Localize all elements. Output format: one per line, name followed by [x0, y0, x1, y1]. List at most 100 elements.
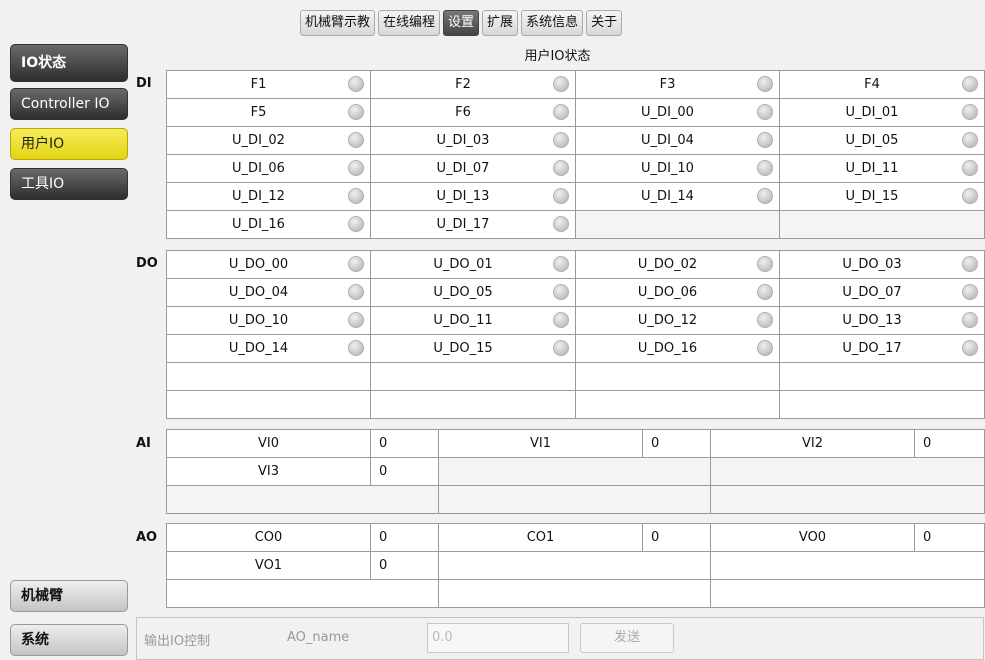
ai-row: [166, 485, 985, 514]
di-cell: U_DI_14: [575, 182, 780, 211]
do-cell: U_DO_01: [370, 250, 576, 279]
di-signal-name: U_DI_17: [436, 217, 490, 232]
di-cell: U_DI_17: [370, 210, 576, 239]
di-cell: F2: [370, 70, 576, 99]
ai-channel-value: 0: [914, 429, 985, 458]
sidebar-item-system[interactable]: 系统: [10, 624, 128, 656]
di-signal-name: F1: [250, 77, 267, 92]
do-empty-cell: [575, 362, 780, 391]
di-cell: U_DI_13: [370, 182, 576, 211]
status-led-icon: [757, 284, 773, 300]
do-empty-cell: [166, 362, 371, 391]
di-empty-cell: [779, 210, 985, 239]
ai-channel-name: VI0: [166, 429, 371, 458]
output-io-control-bar: 输出IO控制 AO_name 0.0 发送: [136, 617, 984, 660]
di-cell: U_DI_06: [166, 154, 371, 183]
ao-empty-cell: [710, 579, 985, 608]
di-cell: F4: [779, 70, 985, 99]
do-empty-cell: [575, 390, 780, 419]
tab-about[interactable]: 关于: [586, 10, 623, 36]
sidebar-header-io-status[interactable]: IO状态: [10, 44, 128, 82]
tab-arm-teach[interactable]: 机械臂示教: [300, 10, 376, 36]
do-empty-cell: [779, 390, 985, 419]
status-led-icon: [348, 340, 364, 356]
status-led-icon: [348, 312, 364, 328]
di-row: U_DI_06 U_DI_07 U_DI_10 U_DI_11: [166, 154, 985, 183]
ai-empty-cell: [166, 485, 439, 514]
do-signal-name: U_DO_03: [842, 257, 902, 272]
tab-settings[interactable]: 设置: [443, 10, 480, 36]
ai-channel-value: 0: [370, 457, 439, 486]
do-signal-name: U_DO_12: [637, 313, 698, 328]
di-signal-name: F5: [250, 105, 267, 120]
status-led-icon: [962, 104, 978, 120]
do-empty-cell: [370, 390, 576, 419]
status-led-icon: [757, 256, 773, 272]
do-cell: U_DO_03: [779, 250, 985, 279]
di-signal-name: F6: [455, 105, 471, 120]
status-led-icon: [553, 216, 569, 232]
sidebar-item-user-io[interactable]: 用户IO: [10, 128, 128, 160]
do-signal-name: U_DO_13: [842, 313, 902, 328]
di-cell: U_DI_07: [370, 154, 576, 183]
ao-channel-value: 0: [914, 523, 985, 552]
do-empty-cell: [370, 362, 576, 391]
status-led-icon: [348, 76, 364, 92]
ao-channel-value: 0: [370, 551, 439, 580]
di-cell: U_DI_04: [575, 126, 780, 155]
do-cell: U_DO_15: [370, 334, 576, 363]
di-signal-name: U_DI_00: [641, 105, 694, 120]
ai-channel-name: VI2: [710, 429, 915, 458]
status-led-icon: [348, 188, 364, 204]
status-led-icon: [962, 284, 978, 300]
ai-channel-name: VI1: [438, 429, 643, 458]
do-section-label: DO: [136, 256, 158, 271]
do-cell: U_DO_17: [779, 334, 985, 363]
ao-value-input[interactable]: 0.0: [427, 623, 569, 653]
do-empty-cell: [779, 362, 985, 391]
di-signal-name: U_DI_07: [436, 161, 490, 176]
tab-extension[interactable]: 扩展: [482, 10, 519, 36]
ao-name-label: AO_name: [287, 630, 350, 645]
status-led-icon: [348, 104, 364, 120]
status-led-icon: [962, 256, 978, 272]
status-led-icon: [553, 160, 569, 176]
di-cell: F1: [166, 70, 371, 99]
status-led-icon: [553, 104, 569, 120]
do-signal-name: U_DO_07: [842, 285, 902, 300]
status-led-icon: [757, 132, 773, 148]
do-row: [166, 390, 985, 419]
di-cell: F6: [370, 98, 576, 127]
tab-system-info[interactable]: 系统信息: [521, 10, 584, 36]
do-row: U_DO_10 U_DO_11 U_DO_12 U_DO_13: [166, 306, 985, 335]
do-cell: U_DO_00: [166, 250, 371, 279]
ao-empty-cell: [710, 551, 985, 580]
do-cell: U_DO_10: [166, 306, 371, 335]
status-led-icon: [553, 340, 569, 356]
di-signal-name: F3: [659, 77, 676, 92]
di-cell: U_DI_02: [166, 126, 371, 155]
sidebar-item-robot-arm[interactable]: 机械臂: [10, 580, 128, 612]
do-row: [166, 362, 985, 391]
ai-empty-cell: [710, 485, 985, 514]
do-signal-name: U_DO_17: [842, 341, 902, 356]
di-signal-name: U_DI_11: [845, 161, 899, 176]
ai-row: VI3 0: [166, 457, 985, 486]
ai-channel-value: 0: [370, 429, 439, 458]
status-led-icon: [553, 284, 569, 300]
send-button[interactable]: 发送: [580, 623, 674, 653]
output-io-control-label: 输出IO控制: [144, 634, 211, 649]
page-title: 用户IO状态: [524, 49, 591, 64]
do-signal-name: U_DO_11: [433, 313, 493, 328]
sidebar-item-tool-io[interactable]: 工具IO: [10, 168, 128, 200]
status-led-icon: [348, 256, 364, 272]
tab-online-programming[interactable]: 在线编程: [378, 10, 441, 36]
do-signal-name: U_DO_15: [433, 341, 493, 356]
status-led-icon: [553, 188, 569, 204]
di-row: U_DI_12 U_DI_13 U_DI_14 U_DI_15: [166, 182, 985, 211]
di-cell: F3: [575, 70, 780, 99]
do-cell: U_DO_11: [370, 306, 576, 335]
sidebar-item-controller-io[interactable]: Controller IO: [10, 88, 128, 120]
do-signal-name: U_DO_06: [637, 285, 698, 300]
do-signal-name: U_DO_16: [637, 341, 698, 356]
